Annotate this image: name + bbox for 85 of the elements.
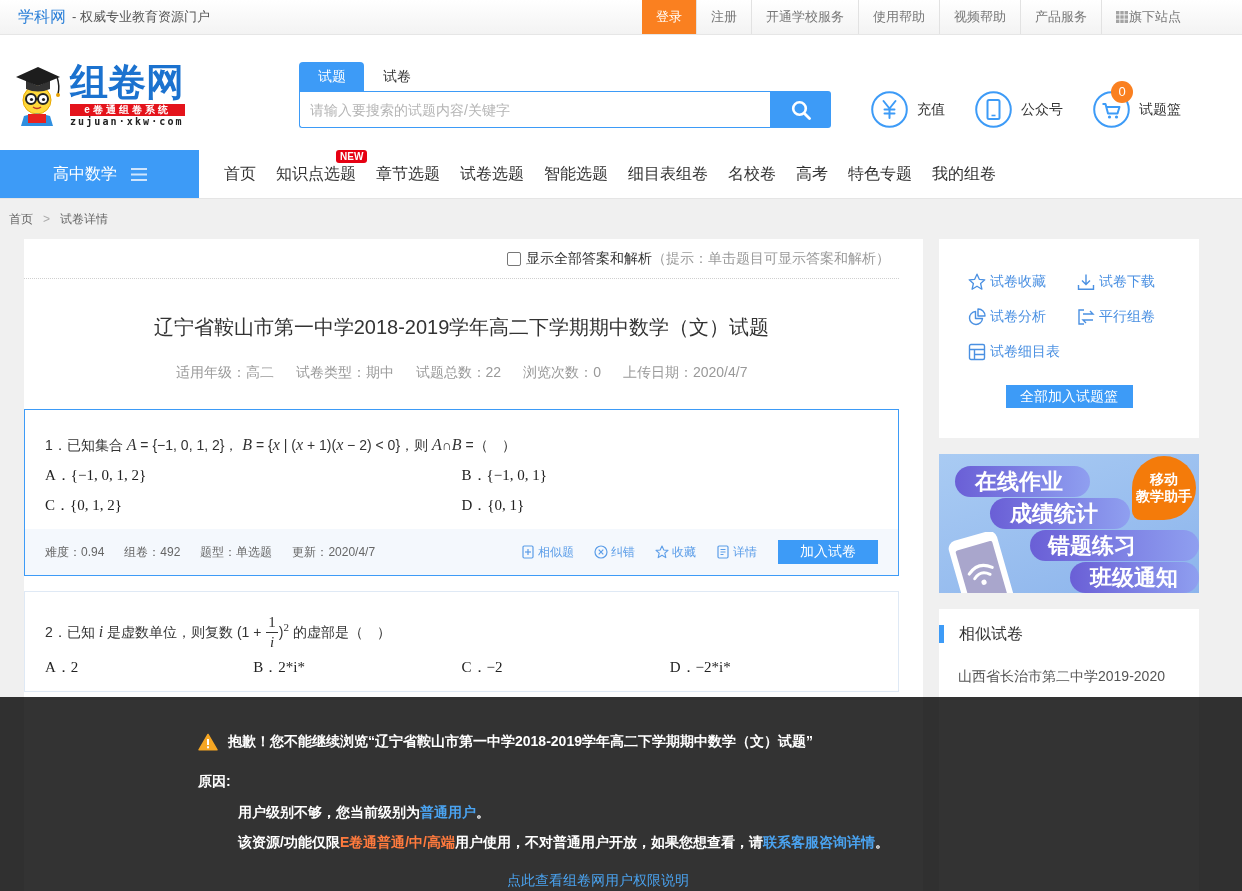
logo-domain: zujuan·xkw·com: [70, 116, 185, 127]
nav-link[interactable]: 高考: [796, 150, 828, 198]
pie-chart-icon: [968, 307, 986, 326]
circle-x-icon: [594, 545, 608, 559]
question-stat: 难度：0.94: [45, 543, 105, 561]
question-stat: 更新：2020/4/7: [292, 543, 376, 561]
reason-text: 该资源/功能仅限E卷通普通/中/高端用户使用，不对普通用户开放，如果您想查看，请联系客服咨询详情。: [238, 833, 889, 852]
answer-option[interactable]: C．−2: [461, 652, 503, 683]
swap-arrows-icon: [1077, 307, 1095, 326]
reason-label: 原因:: [198, 772, 231, 790]
answer-option[interactable]: D．{0, 1}: [461, 490, 525, 520]
phone-icon: [975, 91, 1012, 128]
banner-feature-label: 成绩统计: [990, 498, 1130, 529]
question-stat: 组卷：492: [124, 543, 181, 561]
new-tag: NEW: [336, 150, 368, 163]
shortcut-link[interactable]: 公众号: [975, 91, 1063, 128]
answer-option[interactable]: A．2: [45, 652, 79, 683]
logo-tagline: e卷通组卷系统: [70, 104, 185, 116]
breadcrumb-link[interactable]: 首页: [9, 210, 33, 228]
star-icon: [968, 272, 986, 291]
nav-link[interactable]: 我的组卷: [932, 150, 996, 198]
search-field[interactable]: 请输入要搜索的试题内容/关键字: [299, 91, 770, 128]
answer-option[interactable]: B．2*i*: [253, 652, 305, 683]
paper-meta-item: 试题总数：22: [415, 363, 502, 382]
top-bar-link[interactable]: 使用帮助: [858, 0, 939, 34]
section-title: 相似试卷: [939, 625, 1199, 643]
answer-option[interactable]: C．{0, 1, 2}: [45, 490, 122, 520]
similar-paper-link[interactable]: 山西省长治市第二中学2019-2020: [958, 659, 1165, 693]
grid-icon: [1116, 11, 1128, 23]
nav-link[interactable]: 特色专题: [848, 150, 912, 198]
download-icon: [1077, 272, 1095, 291]
nav-link[interactable]: 试卷选题: [460, 150, 524, 198]
document-lines-icon: [716, 545, 730, 559]
notice-link[interactable]: 联系客服咨询详情: [763, 834, 875, 850]
question-stem: 1．已知集合 A = {−1, 0, 1, 2}， B = {x | (x + 1)(x − 2) < 0}，则 A∩B =（ ）: [45, 435, 516, 455]
answer-option[interactable]: D．−2*i*: [669, 652, 731, 683]
promo-banner[interactable]: 移动 教学助手 在线作业 成绩统计 错题练习 班级通知: [939, 454, 1199, 593]
top-bar-link[interactable]: 视频帮助: [939, 0, 1020, 34]
nav-link[interactable]: 名校卷: [728, 150, 776, 198]
paper-meta-item: 适用年级：高二: [175, 363, 274, 382]
top-bar-link[interactable]: 开通学校服务: [751, 0, 858, 34]
plus-document-icon: [521, 545, 535, 559]
paper-meta-item: 上传日期：2020/4/7: [622, 363, 748, 382]
nav-link[interactable]: 智能选题: [544, 150, 608, 198]
permission-link[interactable]: 点此查看组卷网用户权限说明: [507, 871, 689, 889]
warning-icon: [198, 733, 218, 751]
top-bar-link[interactable]: 旗下站点: [1101, 0, 1195, 34]
menu-icon: [130, 167, 147, 181]
search-icon: [790, 99, 811, 120]
banner-feature-label: 班级通知: [1070, 562, 1199, 593]
nav-link[interactable]: 章节选题: [376, 150, 440, 198]
answer-hint: （提示：单击题目可显示答案和解析）: [652, 249, 890, 268]
yen-icon: [871, 91, 908, 128]
top-bar-link[interactable]: 产品服务: [1020, 0, 1101, 34]
answer-option[interactable]: A．{−1, 0, 1, 2}: [45, 460, 147, 490]
search-tab[interactable]: 试卷: [364, 62, 429, 91]
banner-feature-label: 错题练习: [1030, 530, 1199, 561]
nav-link[interactable]: 细目表组卷: [628, 150, 708, 198]
top-bar-link[interactable]: 注册: [696, 0, 751, 34]
answer-option[interactable]: B．{−1, 0, 1}: [461, 460, 547, 490]
shortcut-link[interactable]: 充值: [871, 91, 945, 128]
shortcut-link[interactable]: 0 试题篮: [1093, 81, 1181, 128]
logo-title: 组卷网: [70, 62, 185, 102]
paper-meta-item: 试卷类型：期中: [295, 363, 394, 382]
notice-link[interactable]: 普通用户: [420, 804, 476, 820]
site-brand-link[interactable]: 学科网: [18, 6, 66, 28]
paper-title: 辽宁省鞍山市第一中学2018-2019学年高二下学期期中数学（文）试题: [153, 315, 770, 340]
notice-title: 抱歉！您不能继续浏览“辽宁省鞍山市第一中学2018-2019学年高二下学期期中数学（文）试题”: [228, 733, 813, 751]
reason-text: 用户级别不够，您当前级别为普通用户。: [238, 803, 490, 822]
show-answers-checkbox[interactable]: [507, 251, 521, 266]
cart-count: 0: [1111, 81, 1133, 103]
breadcrumb-current: 试卷详情: [60, 210, 108, 228]
search-button[interactable]: [770, 91, 831, 128]
nav-link[interactable]: NEW 知识点选题: [276, 150, 366, 198]
promo-bubble: 移动 教学助手: [1132, 456, 1196, 520]
question-stat: 题型：单选题: [200, 543, 273, 561]
star-icon: [655, 545, 669, 559]
show-answers-label[interactable]: 显示全部答案和解析: [526, 249, 652, 268]
nav-link[interactable]: 首页: [224, 150, 256, 198]
question-card[interactable]: 1．已知集合 A = {−1, 0, 1, 2}， B = {x | (x + 1)(x − 2) < 0}，则 A∩B =（ ） A．{−1, 0, 1, 2} B．{−1, 0, 1} C．{0, 1, 2} D．{0, 1} 难度：0.94 组卷：492 题型：单选题 更新：2020/4/7 相似题 纠错 收藏 详情 加入试卷: [24, 409, 899, 576]
breadcrumb-separator: >: [43, 212, 50, 226]
site-slogan: - 权威专业教育资源门户: [72, 8, 210, 26]
paper-meta-item: 浏览次数：0: [523, 363, 601, 382]
table-icon: [968, 342, 986, 361]
banner-feature-label: 在线作业: [955, 466, 1090, 497]
